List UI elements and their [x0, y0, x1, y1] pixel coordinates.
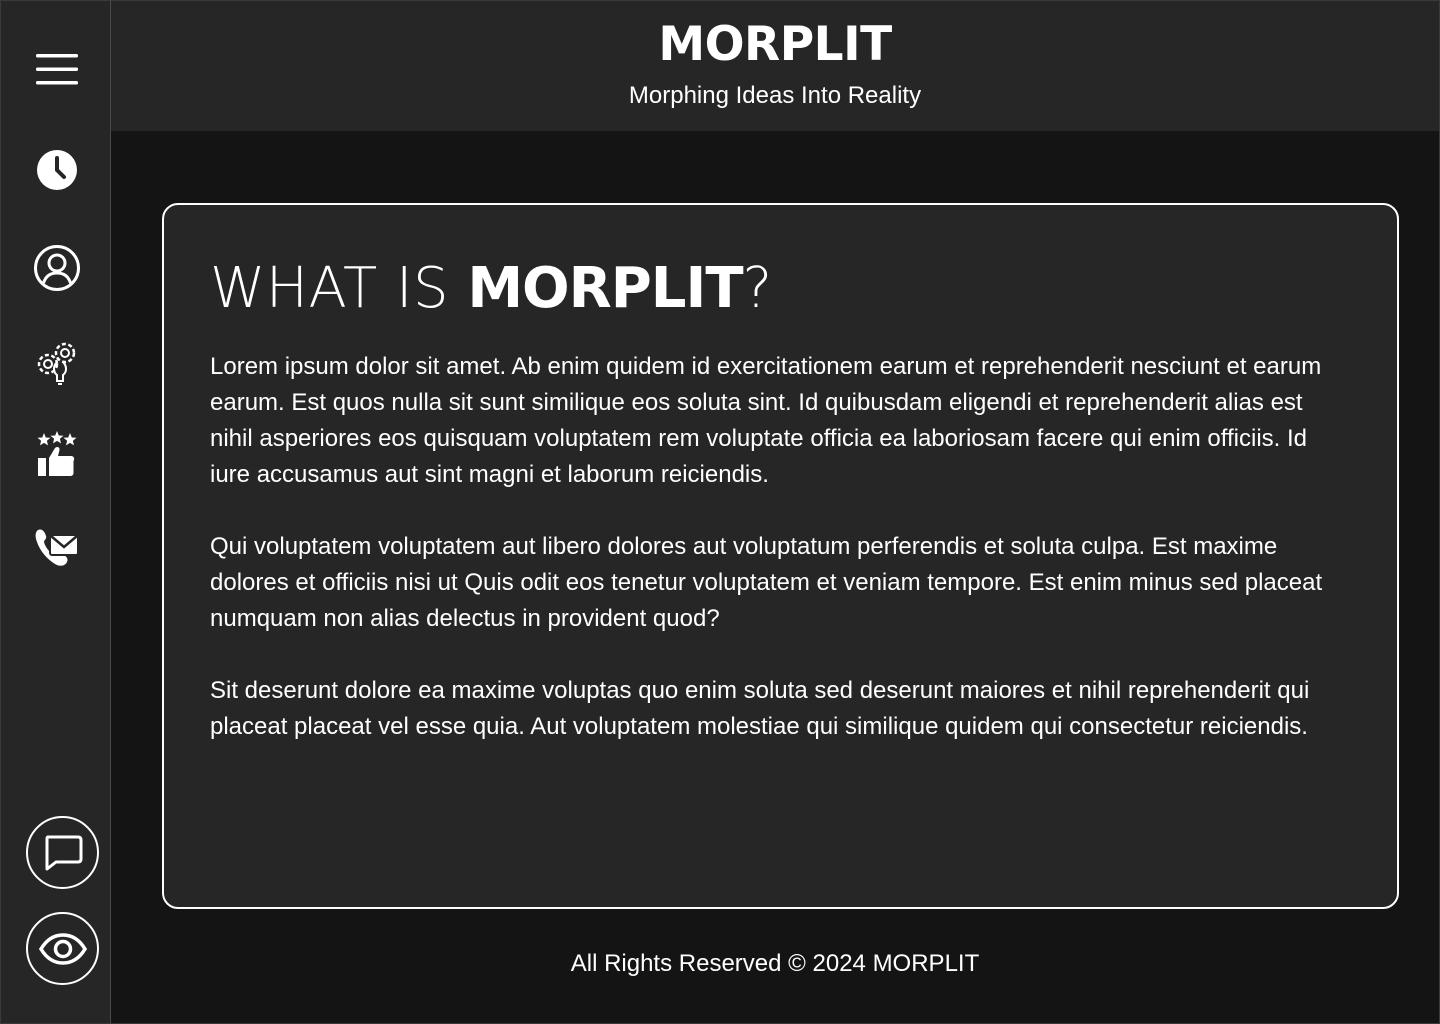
menu-button[interactable]	[28, 40, 86, 98]
eye-icon	[38, 932, 87, 965]
header: MORPLIT Morphing Ideas Into Reality	[111, 0, 1440, 131]
visibility-button[interactable]	[26, 912, 99, 985]
paragraph-1: Lorem ipsum dolor sit amet. Ab enim quid…	[210, 353, 1322, 488]
sidebar-item-ideas[interactable]	[28, 333, 86, 391]
brand-logo[interactable]: MORPLIT	[111, 17, 1439, 73]
sidebar-item-history[interactable]	[28, 141, 86, 199]
sidebar-item-contact[interactable]	[28, 518, 86, 576]
menu-icon	[36, 54, 78, 85]
phone-mail-icon	[35, 529, 79, 566]
card-title: WHAT IS MORPLIT?	[210, 253, 1351, 325]
footer: All Rights Reserved © 2024 MORPLIT	[570, 950, 980, 977]
card-title-brand: MORPLIT	[467, 256, 743, 321]
clock-icon	[37, 150, 77, 190]
sidebar	[0, 0, 111, 1024]
card-title-suffix: ?	[742, 256, 773, 321]
card-title-prefix: WHAT IS	[210, 256, 468, 321]
gear-bulb-icon	[37, 342, 76, 385]
chat-icon	[45, 835, 82, 870]
tagline: Morphing Ideas Into Reality	[628, 82, 922, 109]
sidebar-item-profile[interactable]	[28, 239, 86, 297]
chat-button[interactable]	[26, 816, 99, 889]
main-content: WHAT IS MORPLIT? Lorem ipsum dolor sit a…	[111, 131, 1440, 1024]
about-card: WHAT IS MORPLIT? Lorem ipsum dolor sit a…	[162, 203, 1399, 909]
paragraph-3: Sit deserunt dolore ea maxime voluptas q…	[210, 677, 1310, 740]
card-body: Lorem ipsum dolor sit amet. Ab enim quid…	[210, 349, 1351, 745]
thumbs-up-stars-icon	[37, 431, 77, 476]
sidebar-item-reviews[interactable]	[28, 425, 86, 483]
paragraph-2: Qui voluptatem voluptatem aut libero dol…	[210, 533, 1323, 632]
user-circle-icon	[34, 245, 80, 291]
